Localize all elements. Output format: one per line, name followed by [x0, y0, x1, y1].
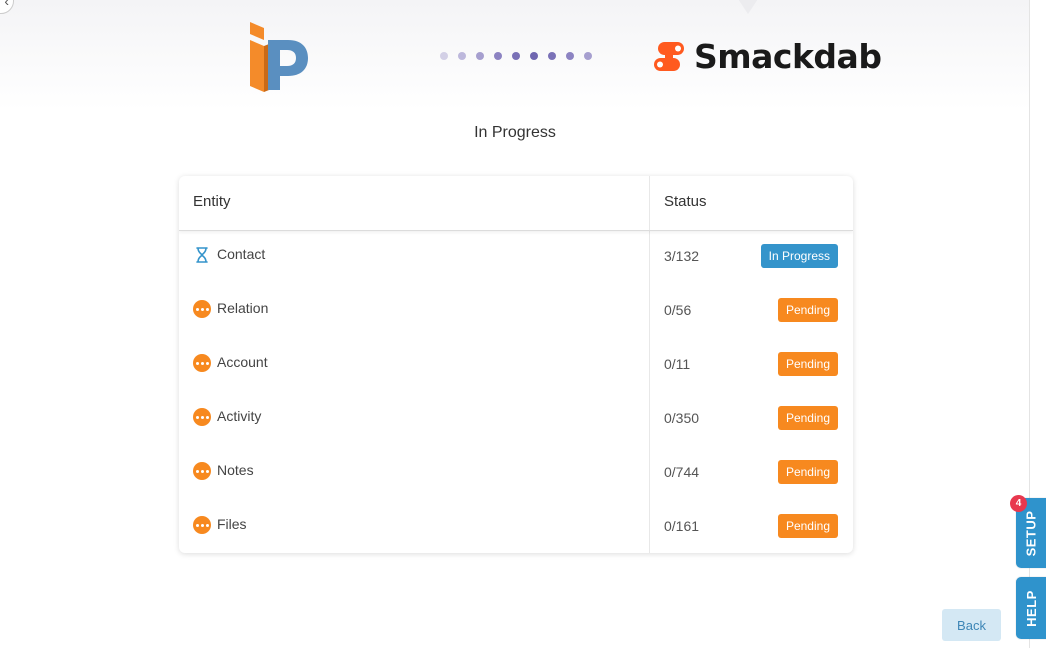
entity-name: Files [217, 516, 247, 532]
step-dot [548, 52, 556, 60]
entity-count: 0/350 [664, 410, 700, 426]
more-dots-icon [193, 408, 211, 426]
table-row: Relation 0/56 Pending [179, 284, 853, 338]
step-dot [440, 52, 448, 60]
status-badge: Pending [777, 514, 838, 538]
smackdab-icon [654, 41, 684, 71]
entity-count: 0/161 [664, 518, 700, 534]
more-dots-icon [193, 300, 211, 318]
entity-name: Notes [217, 462, 254, 478]
table-row: Account 0/11 Pending [179, 338, 853, 392]
table-header: Entity Status [179, 176, 853, 231]
status-badge: Pending [777, 460, 838, 484]
step-dot [494, 52, 502, 60]
setup-tab-label: SETUP [1023, 510, 1039, 556]
status-badge: In Progress [760, 244, 838, 268]
status-badge: Pending [777, 352, 838, 376]
step-dot [584, 52, 592, 60]
header-status: Status [664, 193, 707, 210]
back-button[interactable]: Back [942, 609, 1001, 641]
table-row: Contact 3/132 In Progress [179, 230, 853, 284]
more-dots-icon [193, 354, 211, 372]
help-tab[interactable]: HELP [1016, 577, 1046, 639]
step-progress-dots [440, 52, 592, 60]
migration-table: Entity Status Contact 3/132 In Progress … [179, 176, 853, 553]
table-row: Notes 0/744 Pending [179, 446, 853, 500]
step-dot [566, 52, 574, 60]
smackdab-logo: Smackdab [652, 37, 882, 76]
entity-count: 0/56 [664, 302, 692, 318]
entity-name: Contact [217, 246, 266, 262]
step-dot [530, 52, 538, 60]
entity-count: 3/132 [664, 248, 700, 264]
status-badge: Pending [777, 406, 838, 430]
entity-count: 0/11 [664, 356, 691, 372]
step-dot [458, 52, 466, 60]
smackdab-wordmark: Smackdab [694, 37, 882, 76]
status-badge: Pending [777, 298, 838, 322]
page-title: In Progress [474, 124, 556, 141]
entity-name: Relation [217, 300, 269, 316]
more-dots-icon [193, 516, 211, 534]
step-dot [512, 52, 520, 60]
table-row: Activity 0/350 Pending [179, 392, 853, 446]
setup-count-badge: 4 [1010, 495, 1027, 512]
entity-name: Account [217, 354, 268, 370]
entity-name: Activity [217, 408, 262, 424]
header-entity: Entity [193, 193, 231, 210]
entity-count: 0/744 [664, 464, 700, 480]
step-notch [732, 0, 764, 14]
hourglass-icon [193, 246, 211, 264]
step-dot [476, 52, 484, 60]
table-row: Files 0/161 Pending [179, 500, 853, 553]
help-tab-label: HELP [1023, 589, 1039, 627]
more-dots-icon [193, 462, 211, 480]
ip-logo [246, 18, 310, 99]
